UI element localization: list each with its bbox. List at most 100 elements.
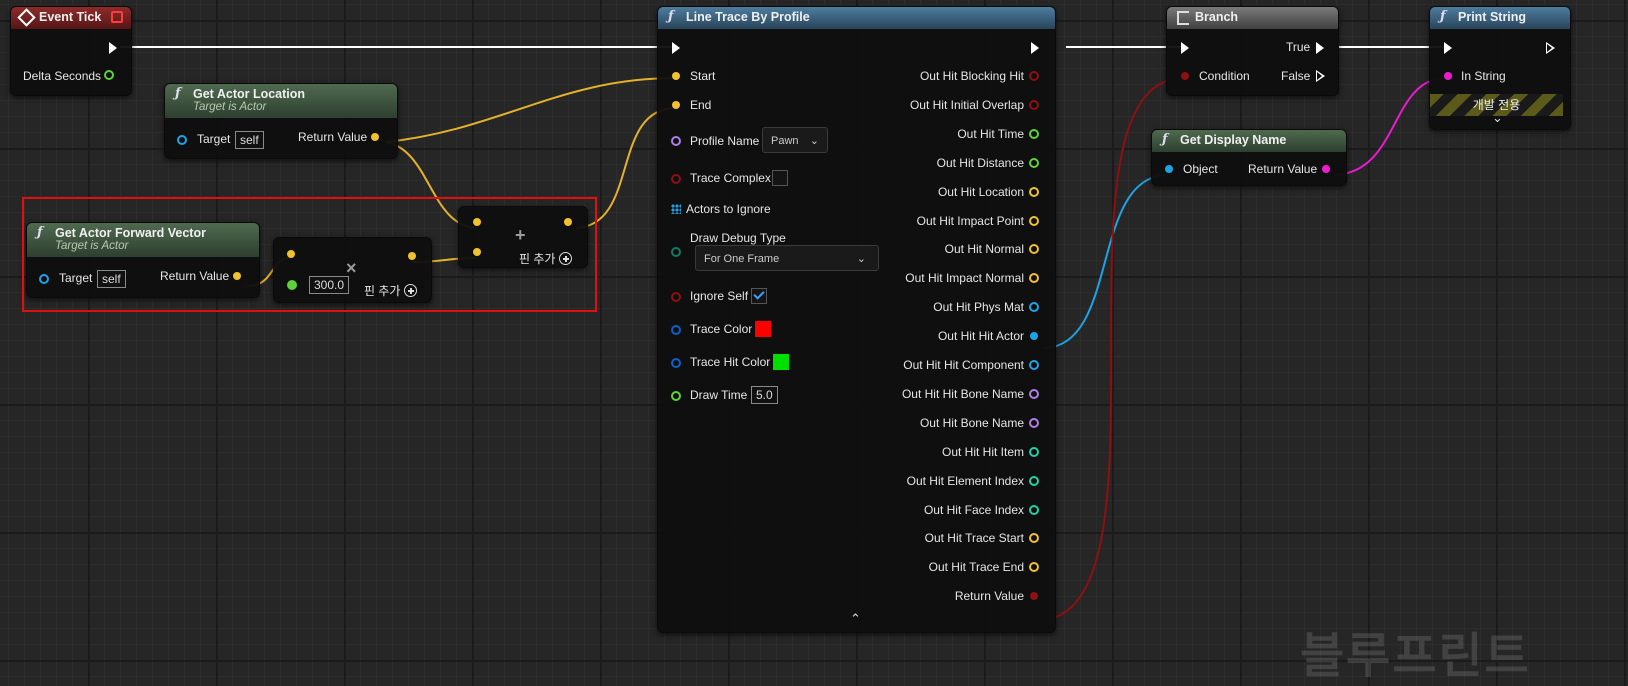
output-label: Out Hit Element Index <box>906 473 1024 488</box>
object-wire-hitactor-to-object <box>1044 174 1169 349</box>
output-pin[interactable] <box>1029 273 1039 284</box>
collapse-chevron-icon[interactable]: ⌃ <box>850 611 861 627</box>
output-pin[interactable] <box>1029 244 1039 255</box>
branch-header: Branch <box>1167 7 1338 29</box>
output-label: Out Hit Hit Actor <box>937 329 1024 344</box>
output-pin[interactable] <box>1029 128 1039 139</box>
output-label: Out Hit Hit Bone Name <box>901 386 1024 401</box>
end-label: End <box>690 98 712 112</box>
event-tick-node[interactable]: Event Tick Delta Seconds <box>10 6 132 96</box>
trace-color-swatch[interactable] <box>755 321 771 337</box>
start-pin[interactable] <box>672 72 680 80</box>
condition-label: Condition <box>1199 69 1250 83</box>
draw-time-field[interactable]: 5.0 <box>751 386 778 404</box>
output-label: Out Hit Face Index <box>923 502 1024 517</box>
trace-complex-label: Trace Complex <box>690 171 771 185</box>
output-pin[interactable] <box>1029 504 1039 515</box>
true-label: True <box>1286 40 1311 54</box>
trace-complex-checkbox[interactable] <box>772 170 788 186</box>
line-trace-title: Line Trace By Profile <box>686 10 810 24</box>
profile-name-dropdown[interactable]: Pawn ⌄ <box>762 127 828 153</box>
output-label: Out Hit Trace Start <box>924 531 1024 546</box>
false-label: False <box>1281 69 1311 83</box>
output-pin[interactable] <box>1029 99 1039 110</box>
trace-complex-pin[interactable] <box>671 174 681 184</box>
draw-debug-type-pin[interactable] <box>671 247 681 257</box>
line-trace-by-profile-node[interactable]: ƒ Line Trace By Profile Start End Profil… <box>657 6 1056 633</box>
output-pin[interactable] <box>1029 186 1039 197</box>
start-label: Start <box>690 69 716 83</box>
output-pin[interactable] <box>1030 592 1038 601</box>
function-icon: ƒ <box>1162 132 1168 147</box>
in-string-pin[interactable] <box>1444 72 1452 80</box>
output-pin[interactable] <box>1029 71 1039 81</box>
branch-node[interactable]: Branch True Condition False <box>1166 6 1339 96</box>
end-pin[interactable] <box>672 101 680 109</box>
trace-hit-color-label: Trace Hit Color <box>690 355 771 369</box>
trace-hit-color-swatch[interactable] <box>773 354 789 370</box>
output-pin[interactable] <box>1029 215 1039 226</box>
object-pin[interactable] <box>1165 165 1173 173</box>
return-value-pin[interactable] <box>1322 165 1330 173</box>
event-icon <box>17 8 36 27</box>
function-icon: ƒ <box>1440 9 1446 24</box>
output-pin[interactable] <box>1029 533 1039 544</box>
get-display-name-header: ƒ Get Display Name <box>1152 130 1346 152</box>
output-pin[interactable] <box>1029 446 1039 457</box>
target-self-field[interactable]: self <box>235 131 264 149</box>
return-value-pin[interactable] <box>371 133 379 141</box>
draw-debug-type-dropdown[interactable]: For One Frame ⌄ <box>695 245 879 271</box>
profile-name-pin[interactable] <box>671 136 681 146</box>
trace-hit-color-pin[interactable] <box>671 358 681 368</box>
branch-true-exec-out[interactable] <box>1316 42 1324 54</box>
output-pin[interactable] <box>1029 360 1039 370</box>
output-label: Out Hit Time <box>957 126 1024 141</box>
chevron-down-icon: ⌄ <box>856 253 866 265</box>
function-icon: ƒ <box>668 9 674 24</box>
draw-debug-type-value: For One Frame <box>704 253 780 265</box>
event-tick-exec-out[interactable] <box>109 42 117 54</box>
output-label: Out Hit Distance <box>936 155 1024 170</box>
output-label: Out Hit Trace End <box>928 560 1024 575</box>
output-pin[interactable] <box>1029 417 1039 428</box>
output-pin[interactable] <box>1029 157 1039 168</box>
output-pin[interactable] <box>1029 475 1039 486</box>
get-actor-location-node[interactable]: ƒ Get Actor Location Target is Actor Tar… <box>164 83 398 159</box>
print-string-exec-out[interactable] <box>1546 42 1555 54</box>
target-pin[interactable] <box>177 135 187 145</box>
print-string-exec-in[interactable] <box>1444 42 1452 54</box>
array-pin-icon[interactable] <box>671 204 681 214</box>
event-tick-title: Event Tick <box>39 10 102 24</box>
draw-debug-type-label: Draw Debug Type <box>690 231 786 245</box>
draw-time-pin[interactable] <box>671 391 681 401</box>
print-string-header: ƒ Print String <box>1430 7 1570 29</box>
line-trace-exec-out[interactable] <box>1031 42 1039 54</box>
return-value-label: Return Value <box>1248 162 1318 176</box>
stop-icon <box>111 11 123 23</box>
output-label: Out Hit Phys Mat <box>933 300 1024 315</box>
output-label: Out Hit Impact Normal <box>905 271 1024 286</box>
output-pin[interactable] <box>1029 302 1039 313</box>
output-pin[interactable] <box>1029 562 1039 573</box>
print-string-title: Print String <box>1458 10 1527 24</box>
get-actor-location-subtitle: Target is Actor <box>193 101 267 113</box>
output-pin[interactable] <box>1029 388 1039 399</box>
line-trace-exec-in[interactable] <box>672 42 680 54</box>
ignore-self-pin[interactable] <box>671 292 681 302</box>
delta-seconds-pin[interactable] <box>104 70 114 80</box>
function-icon: ƒ <box>175 86 181 101</box>
output-label: Out Hit Normal <box>944 242 1024 257</box>
output-pin[interactable] <box>1030 332 1038 341</box>
output-label: Out Hit Blocking Hit <box>919 69 1024 83</box>
branch-false-exec-out[interactable] <box>1316 70 1325 82</box>
get-actor-location-header: ƒ Get Actor Location Target is Actor <box>165 84 397 118</box>
output-label: Return Value <box>954 589 1024 604</box>
vector-wire-location-to-start <box>385 77 677 143</box>
trace-color-pin[interactable] <box>671 325 681 335</box>
condition-pin[interactable] <box>1181 72 1189 80</box>
get-display-name-node[interactable]: ƒ Get Display Name Object Return Value <box>1151 129 1347 186</box>
output-label: Out Hit Initial Overlap <box>909 97 1024 112</box>
branch-title: Branch <box>1195 10 1239 24</box>
branch-exec-in[interactable] <box>1181 42 1189 54</box>
ignore-self-checkbox[interactable] <box>751 288 767 304</box>
